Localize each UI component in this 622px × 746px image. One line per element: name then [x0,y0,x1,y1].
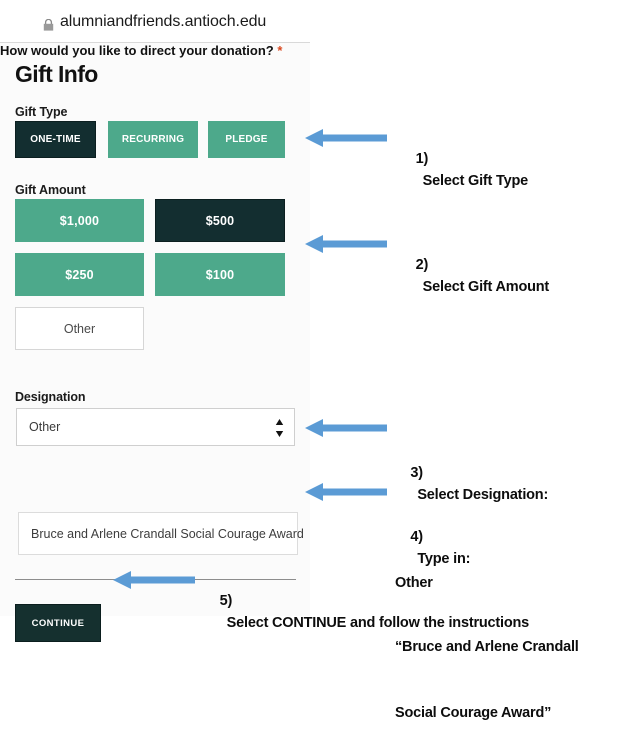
direct-donation-input-value: Bruce and Arlene Crandall Social Courage… [31,527,304,541]
direct-donation-label-text: How would you like to direct your donati… [0,43,274,58]
annotation-step-5: 5) [219,593,233,609]
annotation-step-1: 1) [415,151,429,167]
annotation-body-2: Select Gift Amount [422,279,550,295]
direct-donation-label: How would you like to direct your donati… [0,43,310,58]
annotation-body-5: Select CONTINUE and follow the instructi… [226,615,530,631]
annotation-arrow-1 [305,127,387,149]
gift-type-label: Gift Type [15,105,68,119]
gift-type-option-pledge[interactable]: PLEDGE [208,121,285,158]
designation-label: Designation [15,390,86,404]
gift-type-option-one-time[interactable]: ONE-TIME [15,121,96,158]
gift-amount-option-100[interactable]: $100 [155,253,285,296]
gift-amount-label: Gift Amount [15,183,86,197]
annotation-body-1: Select Gift Type [422,173,529,189]
page-title: Gift Info [15,61,98,87]
annotation-text-1: 1) Select Gift Type [408,126,529,192]
gift-amount-option-250[interactable]: $250 [15,253,144,296]
annotation-body-4a: Type in: [417,551,471,567]
required-asterisk: * [277,43,283,58]
annotation-body-4b: “Bruce and Arlene Crandall [395,639,579,655]
annotation-body-4c: Social Courage Award” [395,705,552,721]
browser-url-bar[interactable]: alumniandfriends.antioch.edu [0,0,310,43]
annotation-step-4: 4) [410,529,423,545]
annotation-text-5: 5) Select CONTINUE and follow the instru… [212,568,530,634]
gift-amount-option-500[interactable]: $500 [155,199,285,242]
annotation-arrow-5 [113,569,195,591]
annotation-step-2: 2) [415,257,429,273]
designation-select[interactable]: Other [16,408,295,446]
page-viewport: Gift Info Gift Type ONE-TIME RECURRING P… [0,43,310,642]
continue-button[interactable]: CONTINUE [15,604,101,642]
gift-amount-option-1000[interactable]: $1,000 [15,199,144,242]
url-text: alumniandfriends.antioch.edu [60,13,267,30]
annotation-arrow-3 [305,417,387,439]
annotation-text-2: 2) Select Gift Amount [408,232,550,298]
select-spinner-icon [275,418,284,438]
annotation-arrow-4 [305,481,387,503]
annotation-arrow-2 [305,233,387,255]
designation-selected-value: Other [29,420,61,434]
lock-icon [43,18,54,31]
gift-amount-option-other[interactable]: Other [15,307,144,350]
gift-type-option-recurring[interactable]: RECURRING [108,121,198,158]
direct-donation-input[interactable]: Bruce and Arlene Crandall Social Courage… [18,512,304,555]
